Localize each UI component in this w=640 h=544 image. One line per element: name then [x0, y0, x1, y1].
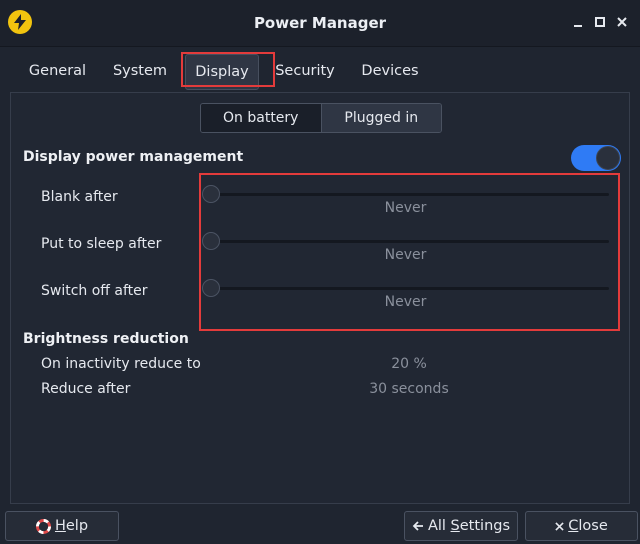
sleep-after-value: Never — [384, 247, 427, 263]
minimize-icon[interactable] — [566, 10, 590, 34]
all-settings-button[interactable]: All Settings — [404, 511, 518, 541]
brightness-reduction-heading: Brightness reduction — [23, 331, 189, 347]
blank-after-label: Blank after — [41, 189, 118, 205]
display-power-management-toggle[interactable] — [571, 145, 621, 171]
close-button[interactable]: Close — [525, 511, 638, 541]
inactivity-reduce-label: On inactivity reduce to — [41, 356, 201, 372]
on-battery-button[interactable]: On battery — [201, 104, 322, 132]
tab-security[interactable]: Security — [270, 54, 340, 88]
power-source-switcher: On battery Plugged in — [200, 103, 442, 133]
title-bar: Power Manager — [0, 0, 640, 47]
slider-track — [202, 287, 609, 290]
lifebuoy-icon — [35, 518, 51, 534]
inactivity-reduce-value: 20 % — [391, 356, 427, 372]
help-label: Help — [54, 518, 89, 534]
reduce-after-label: Reduce after — [41, 381, 131, 397]
slider-track — [202, 193, 609, 196]
tab-system[interactable]: System — [105, 54, 175, 88]
sleep-after-label: Put to sleep after — [41, 236, 162, 252]
maximize-icon[interactable] — [588, 10, 612, 34]
help-button[interactable]: Help — [5, 511, 119, 541]
tab-display[interactable]: Display — [185, 54, 259, 90]
display-power-management-heading: Display power management — [23, 149, 244, 165]
switch-off-after-label: Switch off after — [41, 283, 148, 299]
close-icon — [555, 521, 564, 531]
window-title: Power Manager — [253, 14, 387, 32]
arrow-left-icon — [412, 520, 424, 532]
toggle-knob — [596, 146, 620, 170]
close-icon[interactable] — [610, 10, 634, 34]
switch-off-after-value: Never — [384, 294, 427, 310]
blank-after-value: Never — [384, 200, 427, 216]
tab-devices[interactable]: Devices — [355, 54, 425, 88]
slider-track — [202, 240, 609, 243]
close-label: Close — [568, 518, 608, 534]
tab-bar: General System Display Security Devices — [10, 48, 630, 94]
tab-general[interactable]: General — [20, 54, 95, 88]
reduce-after-value: 30 seconds — [369, 381, 449, 397]
plugged-in-button[interactable]: Plugged in — [321, 104, 441, 132]
all-settings-label: All Settings — [427, 518, 511, 534]
